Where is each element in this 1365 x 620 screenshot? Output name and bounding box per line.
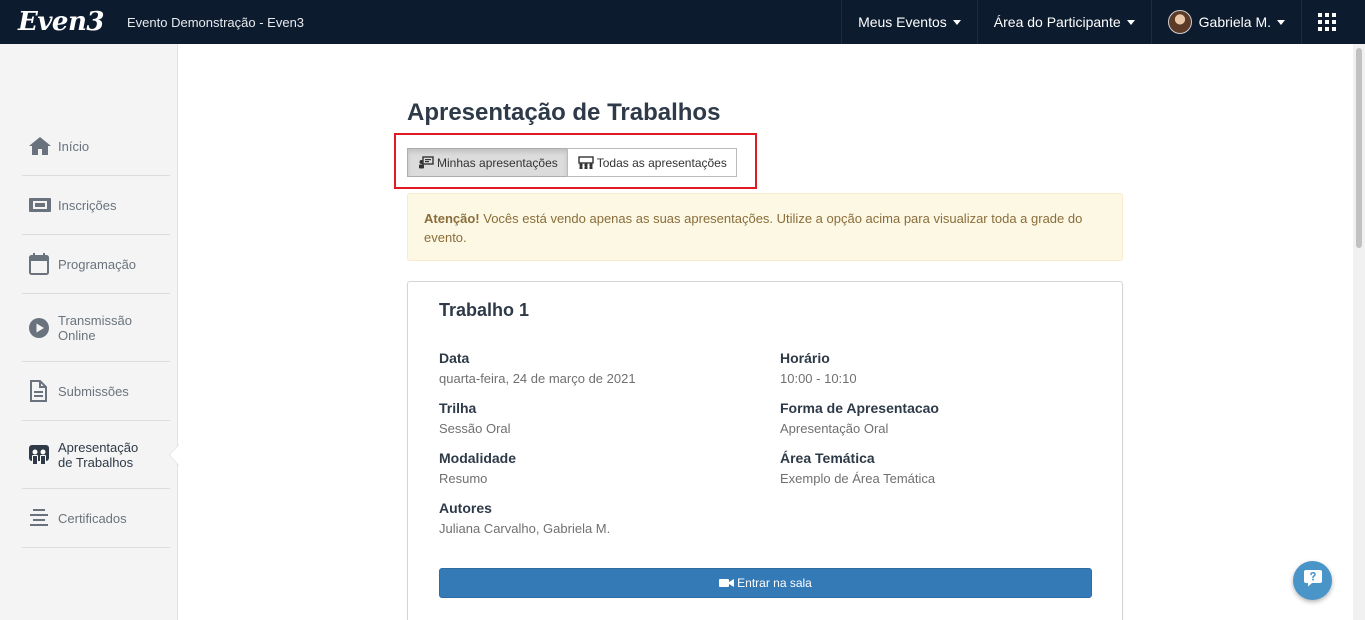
my-presentations-label: Minhas apresentações [437, 155, 558, 170]
even3-logo[interactable]: Even3 [0, 7, 112, 37]
apps-menu-button[interactable] [1301, 0, 1351, 44]
page-scrollbar[interactable] [1353, 44, 1365, 620]
field-track: Trilha Sessão Oral [439, 399, 759, 438]
presentations-toggle: Minhas apresentações Todas as apresentaç… [407, 148, 737, 177]
presentation-card: Trabalho 1 Data quarta-feira, 24 de març… [407, 281, 1123, 620]
field-time: Horário 10:00 - 10:10 [780, 349, 1100, 388]
field-modality: Modalidade Resumo [439, 449, 759, 488]
my-events-label: Meus Eventos [858, 14, 947, 30]
video-camera-icon [719, 578, 735, 588]
sidebar-item-label-line2: de Trabalhos [58, 454, 134, 470]
field-label: Data [439, 350, 470, 366]
help-chat-button[interactable] [1293, 561, 1332, 600]
page-title: Apresentação de Trabalhos [407, 99, 721, 126]
field-label: Autores [439, 500, 492, 516]
chevron-down-icon [1126, 19, 1135, 25]
field-value: Resumo [439, 471, 488, 486]
audience-icon [578, 156, 594, 169]
sidebar-item-label: Submissões [58, 383, 129, 399]
field-value: Juliana Carvalho, Gabriela M. [439, 521, 611, 536]
field-date: Data quarta-feira, 24 de março de 2021 [439, 349, 759, 388]
participant-area-label: Área do Participante [993, 14, 1121, 30]
document-icon [22, 380, 58, 402]
sidebar-item-inicio[interactable]: Início [22, 117, 170, 176]
sidebar-item-label: Certificados [58, 510, 127, 526]
sidebar-item-transmissao-online[interactable]: Transmissão Online [22, 294, 170, 362]
home-icon [22, 136, 58, 156]
field-value: Apresentação Oral [780, 421, 889, 436]
nav-right: Meus Eventos Área do Participante Gabrie… [841, 0, 1365, 44]
ticket-icon [22, 196, 58, 214]
sidebar-item-label: Início [58, 138, 90, 154]
field-value: 10:00 - 10:10 [780, 371, 857, 386]
sidebar-item-label: Apresentação de Trabalhos [58, 440, 138, 470]
field-label: Área Temática [780, 450, 875, 466]
sidebar-item-inscricoes[interactable]: Inscrições [22, 176, 170, 235]
user-menu[interactable]: Gabriela M. [1150, 0, 1301, 44]
scrollbar-thumb[interactable] [1356, 48, 1362, 248]
field-format: Forma de Apresentacao Apresentação Oral [780, 399, 1100, 438]
avatar [1167, 10, 1192, 34]
presentation-icon [22, 444, 58, 466]
field-value: quarta-feira, 24 de março de 2021 [439, 371, 636, 386]
alert-text: Vocês está vendo apenas as suas apresent… [424, 211, 1083, 245]
my-presentations-button[interactable]: Minhas apresentações [407, 148, 568, 177]
my-events-menu[interactable]: Meus Eventos [841, 0, 977, 44]
main-content: Apresentação de Trabalhos Minhas apresen… [394, 44, 1123, 620]
play-icon [22, 317, 58, 339]
chat-question-icon [1303, 568, 1323, 593]
sidebar-item-certificados[interactable]: Certificados [22, 489, 170, 548]
field-value: Exemplo de Área Temática [780, 471, 936, 486]
sidebar-menu: Início Inscrições Programação Transmissã… [22, 117, 179, 548]
field-area: Área Temática Exemplo de Área Temática [780, 449, 1100, 488]
sidebar-item-label: Inscrições [58, 197, 117, 213]
sidebar-item-label: Programação [58, 256, 137, 272]
field-label: Trilha [439, 400, 477, 416]
sidebar: Início Inscrições Programação Transmissã… [0, 44, 179, 620]
sidebar-item-label-line1: Apresentação [58, 439, 139, 455]
all-presentations-label: Todas as apresentações [596, 155, 727, 170]
sidebar-item-label-line1: Transmissão [58, 312, 132, 328]
enter-room-button[interactable]: Entrar na sala [439, 568, 1092, 598]
field-label: Modalidade [439, 450, 517, 466]
info-alert: Atenção! Vocês está vendo apenas as suas… [407, 193, 1123, 261]
sidebar-item-programacao[interactable]: Programação [22, 235, 170, 294]
field-value: Sessão Oral [439, 421, 511, 436]
field-authors: Autores Juliana Carvalho, Gabriela M. [439, 499, 759, 538]
sidebar-item-label: Transmissão Online [58, 313, 132, 343]
participant-area-menu[interactable]: Área do Participante [976, 0, 1151, 44]
sidebar-item-apresentacao-trabalhos[interactable]: Apresentação de Trabalhos [22, 421, 179, 489]
card-title: Trabalho 1 [439, 300, 530, 320]
calendar-icon [22, 253, 58, 275]
apps-grid-icon [1317, 13, 1336, 31]
sidebar-item-submissoes[interactable]: Submissões [22, 362, 170, 421]
chevron-down-icon [1277, 19, 1285, 25]
chevron-down-icon [952, 19, 961, 25]
all-presentations-button[interactable]: Todas as apresentações [566, 148, 737, 177]
alert-strong: Atenção! [424, 211, 480, 226]
user-name: Gabriela M. [1198, 14, 1271, 30]
field-label: Forma de Apresentacao [780, 400, 939, 416]
enter-room-label: Entrar na sala [737, 576, 812, 590]
certificate-icon [22, 507, 58, 529]
sidebar-item-label-line2: Online [58, 327, 96, 343]
field-label: Horário [780, 350, 830, 366]
event-title[interactable]: Evento Demonstração - Even3 [127, 15, 304, 30]
presenter-icon [418, 156, 434, 169]
top-navbar: Even3 Evento Demonstração - Even3 Meus E… [0, 0, 1365, 44]
